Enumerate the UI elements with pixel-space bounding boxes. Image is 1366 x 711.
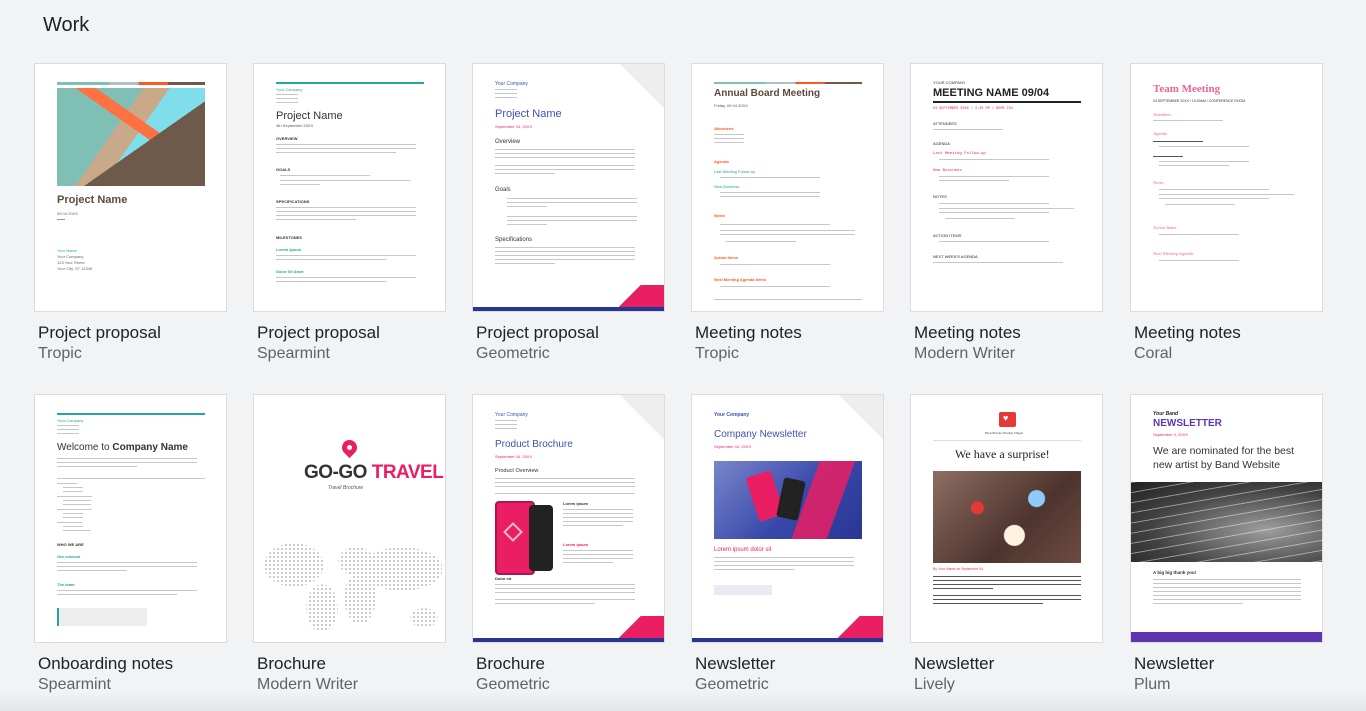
template-card-newsletter-geometric[interactable]: Your Company Company Newsletter Septembe… [691, 394, 884, 693]
template-style: Spearmint [257, 345, 330, 362]
template-card-newsletter-lively[interactable]: ♥ HeartWorks Weekly Digest We have a sur… [910, 394, 1103, 693]
template-card-onboarding-notes-spearmint[interactable]: Your Company Welcome to Company Name WHO… [34, 394, 227, 693]
template-style: Coral [1134, 345, 1173, 362]
template-name: Newsletter [695, 654, 776, 673]
template-thumbnail[interactable]: Your Band NEWSLETTER September 4, 20XX W… [1130, 394, 1323, 643]
template-name: Brochure [476, 654, 545, 673]
template-card-meeting-notes-tropic[interactable]: Annual Board Meeting Friday, 09.04.20XX … [691, 63, 884, 362]
template-grid: Project Name 09.04.20XX Your Name Your C… [0, 0, 1366, 711]
template-thumbnail[interactable]: Project Name 09.04.20XX Your Name Your C… [34, 63, 227, 312]
template-name: Project proposal [257, 323, 380, 342]
template-card-project-proposal-tropic[interactable]: Project Name 09.04.20XX Your Name Your C… [34, 63, 227, 362]
cover-art [57, 88, 205, 186]
template-name: Newsletter [1134, 654, 1215, 673]
template-thumbnail[interactable]: Your Company Project Name September 04, … [472, 63, 665, 312]
template-thumbnail[interactable]: Team Meeting 04 SEPTEMBER 20XX / 10:00AM… [1130, 63, 1323, 312]
template-style: Tropic [38, 345, 82, 362]
template-card-meeting-notes-modern-writer[interactable]: YOUR COMPANY MEETING NAME 09/04 04 SEPTE… [910, 63, 1103, 362]
template-thumbnail[interactable]: Your Company Project Name 4th September … [253, 63, 446, 312]
template-thumbnail[interactable]: Your Company Product Brochure September … [472, 394, 665, 643]
template-card-newsletter-plum[interactable]: Your Band NEWSLETTER September 4, 20XX W… [1130, 394, 1323, 693]
scroll-shadow [0, 691, 1366, 711]
template-card-meeting-notes-coral[interactable]: Team Meeting 04 SEPTEMBER 20XX / 10:00AM… [1130, 63, 1323, 362]
template-name: Meeting notes [695, 323, 802, 342]
template-card-project-proposal-spearmint[interactable]: Your Company Project Name 4th September … [253, 63, 446, 362]
template-card-project-proposal-geometric[interactable]: Your Company Project Name September 04, … [472, 63, 665, 362]
template-card-brochure-geometric[interactable]: Your Company Product Brochure September … [472, 394, 665, 693]
cover-photo [933, 471, 1081, 563]
template-name: Newsletter [914, 654, 995, 673]
template-name: Project proposal [38, 323, 161, 342]
template-name: Meeting notes [1134, 323, 1241, 342]
template-name: Meeting notes [914, 323, 1021, 342]
template-style: Modern Writer [914, 345, 1016, 362]
template-thumbnail[interactable]: GO-GO TRAVEL Travel Brochure [253, 394, 446, 643]
template-thumbnail[interactable]: ♥ HeartWorks Weekly Digest We have a sur… [910, 394, 1103, 643]
world-map-image [264, 543, 442, 638]
template-thumbnail[interactable]: Your Company Company Newsletter Septembe… [691, 394, 884, 643]
template-card-brochure-modern-writer[interactable]: GO-GO TRAVEL Travel Brochure Brochure Mo… [253, 394, 446, 693]
template-name: Onboarding notes [38, 654, 174, 673]
template-style: Tropic [695, 345, 739, 362]
template-thumbnail[interactable]: Your Company Welcome to Company Name WHO… [34, 394, 227, 643]
template-name: Brochure [257, 654, 326, 673]
guitar-photo [1131, 482, 1322, 562]
template-thumbnail[interactable]: YOUR COMPANY MEETING NAME 09/04 04 SEPTE… [910, 63, 1103, 312]
template-name: Project proposal [476, 323, 599, 342]
template-thumbnail[interactable]: Annual Board Meeting Friday, 09.04.20XX … [691, 63, 884, 312]
template-style: Geometric [476, 345, 550, 362]
